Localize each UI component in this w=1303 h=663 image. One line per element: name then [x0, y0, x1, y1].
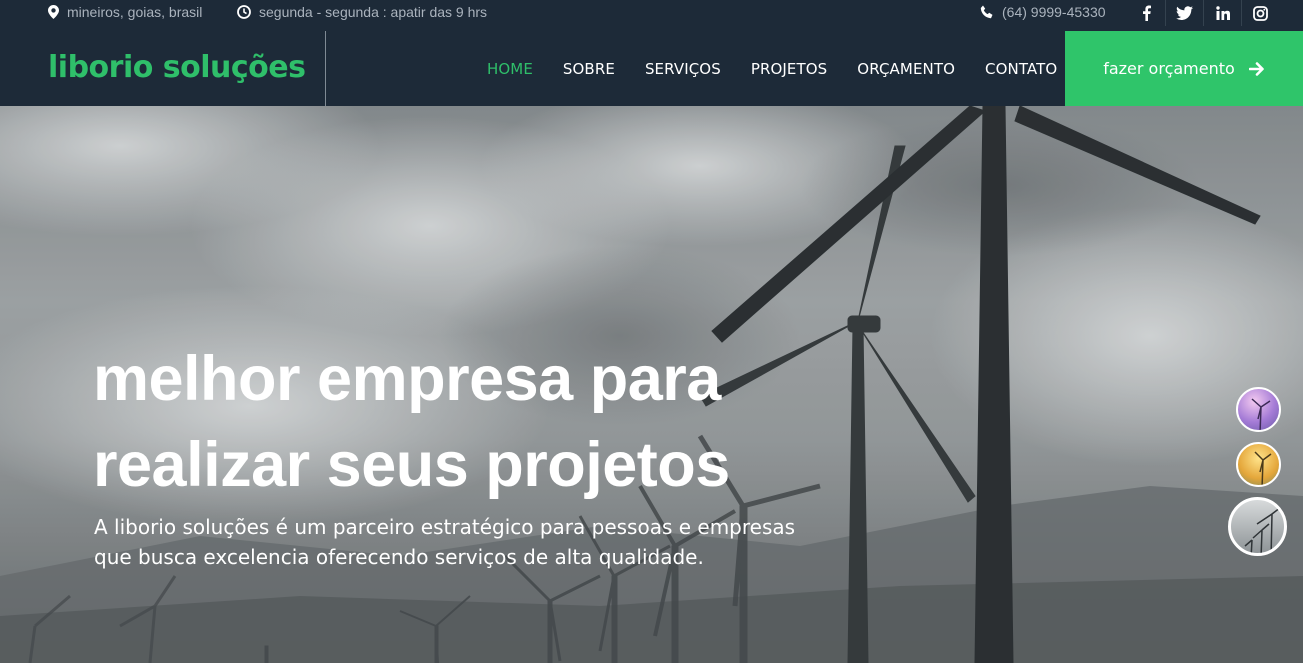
hero-section: melhor empresa para realizar seus projet…	[0, 106, 1303, 663]
instagram-link[interactable]	[1241, 0, 1279, 26]
twitter-icon	[1176, 6, 1193, 20]
slide-thumbnail-3-active[interactable]	[1228, 497, 1287, 556]
nav-item-servicos[interactable]: SERVIÇOS	[630, 60, 736, 78]
hero-headline-line1: melhor empresa para	[93, 344, 721, 414]
linkedin-icon	[1215, 6, 1230, 20]
facebook-icon	[1142, 5, 1151, 21]
nav-item-projetos[interactable]: PROJETOS	[736, 60, 842, 78]
location-text: mineiros, goias, brasil	[67, 4, 203, 20]
instagram-icon	[1253, 5, 1268, 21]
arrow-right-icon	[1248, 61, 1264, 76]
twitter-link[interactable]	[1165, 0, 1203, 26]
phone-text: (64) 9999-45330	[1002, 4, 1106, 20]
nav-item-home[interactable]: HOME	[472, 60, 548, 78]
quote-button-label: fazer orçamento	[1103, 59, 1235, 78]
hours-text: segunda - segunda : apatir das 9 hrs	[259, 4, 488, 20]
nav-menu: HOME SOBRE SERVIÇOS PROJETOS ORÇAMENTO C…	[472, 31, 1072, 106]
hours-info: segunda - segunda : apatir das 9 hrs	[237, 4, 487, 20]
nav-item-contato[interactable]: CONTATO	[970, 60, 1072, 78]
location-info: mineiros, goias, brasil	[48, 4, 202, 20]
phone-icon	[980, 5, 993, 19]
nav-divider	[325, 31, 326, 106]
top-info-bar: mineiros, goias, brasil segunda - segund…	[0, 0, 1303, 26]
nav-item-sobre[interactable]: SOBRE	[548, 60, 630, 78]
slide-thumbnail-1[interactable]	[1236, 387, 1281, 432]
main-navbar: liborio soluções HOME SOBRE SERVIÇOS PRO…	[0, 31, 1303, 106]
clock-icon	[237, 5, 251, 19]
hero-headline: melhor empresa para realizar seus projet…	[93, 336, 730, 508]
brand-logo[interactable]: liborio soluções	[48, 50, 306, 85]
social-links	[1127, 0, 1279, 26]
nav-item-orcamento[interactable]: ORÇAMENTO	[842, 60, 970, 78]
slide-thumbnail-2[interactable]	[1236, 442, 1281, 487]
map-marker-icon	[48, 5, 59, 19]
facebook-link[interactable]	[1127, 0, 1165, 26]
linkedin-link[interactable]	[1203, 0, 1241, 26]
hero-subtitle: A liborio soluções é um parceiro estraté…	[94, 515, 796, 569]
quote-button[interactable]: fazer orçamento	[1065, 31, 1303, 106]
hero-headline-line2: realizar seus projetos	[93, 430, 730, 500]
phone-info[interactable]: (64) 9999-45330	[980, 4, 1106, 20]
